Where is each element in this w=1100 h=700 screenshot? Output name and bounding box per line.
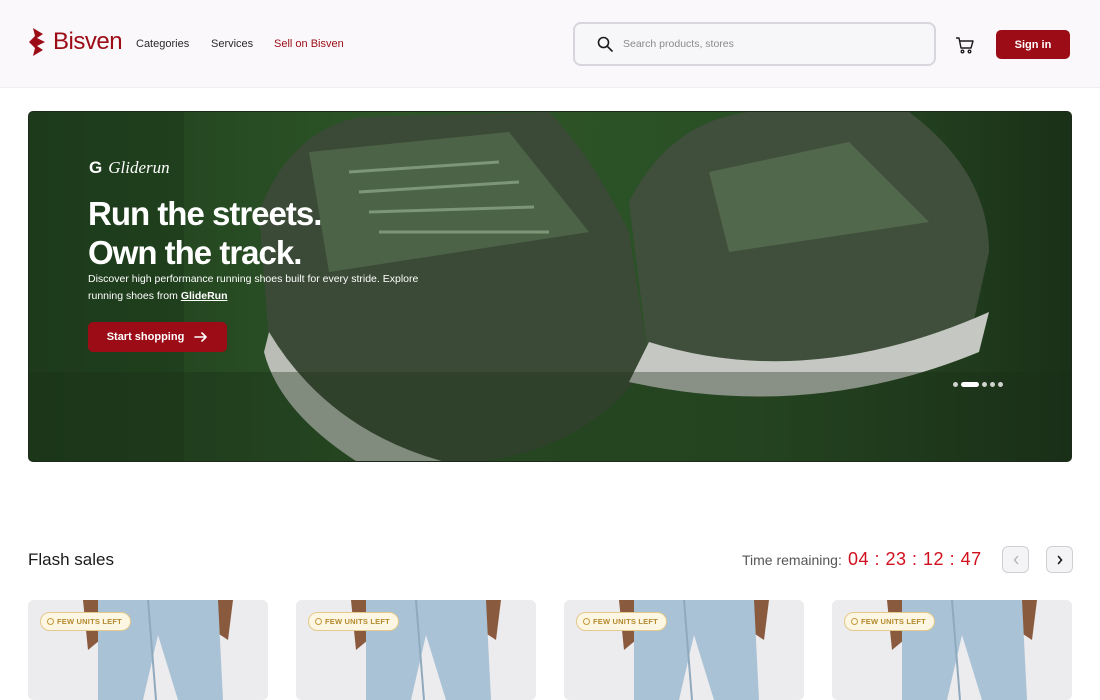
flash-sales-next-button[interactable] [1046, 546, 1073, 573]
chevron-right-icon [1057, 555, 1063, 564]
product-card[interactable]: FEW UNITS LEFT [564, 600, 804, 700]
badge-label: FEW UNITS LEFT [57, 617, 122, 626]
headline-line-1: Run the streets. [88, 195, 322, 232]
countdown-timer: 04 : 23 : 12 : 47 [848, 549, 982, 569]
carousel-dot[interactable] [998, 382, 1003, 387]
start-shopping-button[interactable]: Start shopping [88, 322, 227, 352]
hero-banner: G Gliderun Run the streets. Own the trac… [28, 111, 1072, 462]
bisven-logo-icon [29, 28, 45, 56]
badge-label: FEW UNITS LEFT [593, 617, 658, 626]
flash-sales-title: Flash sales [28, 550, 114, 569]
few-units-left-badge: FEW UNITS LEFT [40, 612, 131, 631]
clock-icon [583, 618, 590, 625]
search-bar[interactable] [573, 22, 936, 66]
headline-line-2: Own the track. [88, 234, 302, 271]
badge-label: FEW UNITS LEFT [861, 617, 926, 626]
brand-glyph-icon: G [89, 158, 103, 177]
nav-sell-on-bisven[interactable]: Sell on Bisven [274, 38, 344, 50]
search-icon [597, 36, 613, 52]
few-units-left-badge: FEW UNITS LEFT [844, 612, 935, 631]
product-card[interactable]: FEW UNITS LEFT [832, 600, 1072, 700]
cart-icon[interactable] [955, 35, 975, 55]
carousel-dot-active[interactable] [961, 382, 979, 387]
clock-icon [851, 618, 858, 625]
site-header: Bisven Categories Services Sell on Bisve… [0, 0, 1100, 88]
clock-icon [315, 618, 322, 625]
nav-services[interactable]: Services [211, 38, 253, 50]
clock-icon [47, 618, 54, 625]
product-card[interactable]: FEW UNITS LEFT [28, 600, 268, 700]
carousel-dot[interactable] [990, 382, 995, 387]
chevron-left-icon [1013, 555, 1018, 564]
hero-description: Discover high performance running shoes … [88, 271, 438, 304]
few-units-left-badge: FEW UNITS LEFT [308, 612, 399, 631]
hero-brand: G Gliderun [89, 158, 170, 178]
timer-label: Time remaining: [742, 552, 842, 568]
nav-categories[interactable]: Categories [136, 38, 189, 50]
logo[interactable]: Bisven [29, 28, 123, 56]
hero-headline: Run the streets. Own the track. [88, 194, 322, 272]
arrow-right-icon [194, 332, 208, 342]
sign-in-button[interactable]: Sign in [996, 30, 1070, 59]
brand-name: Gliderun [108, 158, 170, 177]
badge-label: FEW UNITS LEFT [325, 617, 390, 626]
carousel-dot[interactable] [953, 382, 958, 387]
carousel-dots [953, 382, 1003, 387]
carousel-dot[interactable] [982, 382, 987, 387]
logo-text: Bisven [53, 28, 123, 55]
hero-description-text: Discover high performance running shoes … [88, 273, 419, 302]
flash-sales-prev-button[interactable] [1002, 546, 1029, 573]
start-shopping-label: Start shopping [106, 331, 185, 343]
search-input[interactable] [623, 38, 903, 50]
gliderun-link[interactable]: GlideRun [181, 290, 228, 302]
few-units-left-badge: FEW UNITS LEFT [576, 612, 667, 631]
product-card[interactable]: FEW UNITS LEFT [296, 600, 536, 700]
